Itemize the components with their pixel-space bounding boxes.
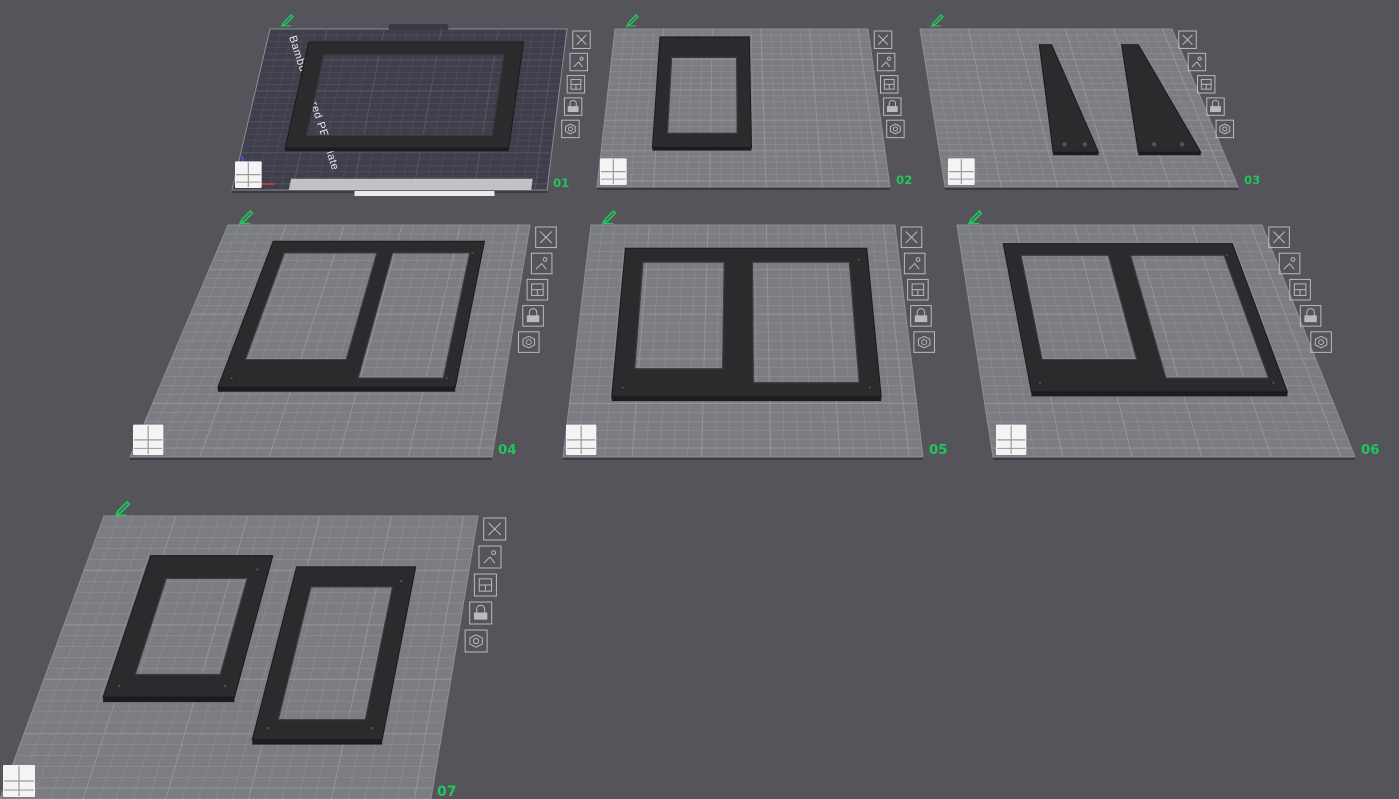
plate-number: 05 [929,443,947,458]
part-screw-hole [1037,380,1043,385]
plate-number: 03 [1244,173,1260,187]
plate-handle [388,24,449,30]
plate-02[interactable]: 02 [596,13,912,190]
part-hole [1062,142,1067,147]
part-screw-hole [620,385,626,390]
part-hole [1151,142,1157,147]
bed-ruler [288,178,533,190]
part-screw-hole [856,257,861,263]
part-screw-hole [470,250,476,256]
part-hole [1179,142,1185,147]
plate-grid-icon[interactable] [948,158,975,185]
part-screw-hole [229,375,234,381]
plate-grid-icon[interactable] [235,161,262,188]
part-screw-hole [222,683,228,689]
plate-01[interactable]: Bambu Textured PEI Plate01 [231,13,591,196]
part-screw-hole [1271,380,1276,385]
bed-label-strip [354,191,495,196]
plate-number: 07 [437,784,456,799]
part-screw-hole [116,683,122,689]
plate-grid-icon[interactable] [133,424,164,455]
plate-grid-icon[interactable] [600,158,627,185]
part-screw-hole [867,385,873,390]
part-lip [103,697,235,703]
part-lip [1031,392,1288,397]
part-screw-hole [369,725,375,731]
plate-number: 04 [498,443,516,458]
plate-number: 02 [896,173,912,187]
part-hole [1082,142,1088,147]
plate-number: 06 [1361,443,1379,458]
part-lip [611,396,882,402]
part-lip [252,739,383,745]
part-screw-hole [265,725,271,731]
part-screw-hole [444,375,450,381]
part-screw-hole [254,567,260,573]
part-screw-hole [398,578,404,584]
plate-canvas[interactable]: Bambu Textured PEI Plate01 02 03 04 05 06 07 [0,0,1399,799]
plate-grid-icon[interactable] [996,424,1027,455]
part-lip [217,387,456,392]
plate-number: 01 [553,176,569,190]
part-screw-hole [1224,252,1230,258]
plate-grid-icon[interactable] [566,424,597,455]
plate-grid-icon[interactable] [3,765,35,797]
plate-05[interactable]: 05 [562,209,947,460]
